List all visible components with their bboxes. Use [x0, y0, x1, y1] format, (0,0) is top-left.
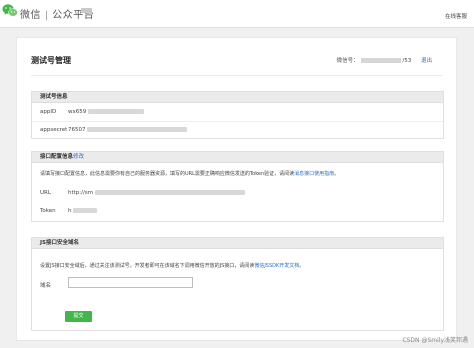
interface-config-section: 接口配置信息修改 请填写接口配置信息，此信息需要你有自己的服务器资源，填写的UR… [31, 151, 444, 222]
token-value-text: h [68, 208, 72, 214]
redacted-appsecret [87, 127, 188, 132]
beta-badge [81, 8, 92, 13]
token-label: Token [40, 208, 56, 214]
wechat-logo-icon[interactable] [2, 3, 18, 18]
section-heading: 接口配置信息修改 [32, 152, 443, 163]
appsecret-value: 76507 [68, 127, 188, 133]
csdn-watermark: CSDN @Smily浅笑邦遇 [402, 337, 468, 344]
url-value: http://sm [68, 190, 245, 196]
title-divider [31, 75, 442, 76]
domain-input[interactable] [68, 277, 193, 288]
section-heading-text: 接口配置信息 [40, 154, 74, 160]
appid-value: wx659 [68, 109, 145, 115]
logout-link[interactable]: 退出 [421, 58, 432, 64]
test-account-info-section: 测试号信息 appID wx659 appsecret 76507 [31, 91, 444, 139]
domain-label: 域名 [40, 283, 52, 289]
js-domain-description: 设置JS接口安全域后，通过关注该测试号，开发者即可在该域名下调用微信开放的JS接… [40, 262, 435, 269]
token-value: h [68, 208, 98, 214]
redacted-token [73, 208, 98, 213]
account-suffix: /53 [402, 58, 412, 64]
url-value-text: http://sm [68, 190, 94, 196]
edit-config-link[interactable]: 修改 [73, 154, 84, 160]
js-description-end: 。 [299, 263, 305, 269]
appsecret-label: appsecret [40, 127, 68, 133]
top-navigation-bar: 微信 | 公众平台 在线客服 [0, 0, 474, 28]
account-label: 微信号： [336, 58, 359, 64]
page-title: 测试号管理 [31, 56, 71, 65]
account-info: 微信号： /53 退出 [337, 56, 432, 64]
appid-value-text: wx659 [68, 109, 87, 115]
appid-label: appID [40, 109, 57, 115]
online-support-link[interactable]: 在线客服 [445, 12, 467, 20]
row-divider [32, 121, 443, 122]
interface-description-end: 。 [334, 171, 340, 177]
brand-separator: | [44, 10, 49, 21]
redacted-appid [88, 109, 145, 114]
section-heading: JS接口安全域名 [32, 238, 443, 249]
jssdk-docs-link[interactable]: 微信JSSDK开发文档 [254, 263, 299, 269]
submit-button[interactable]: 提交 [65, 311, 92, 322]
url-label: URL [40, 190, 51, 196]
interface-description-text: 请填写接口配置信息，此信息需要你有自己的服务器资源，填写的URL需要正确响应微信… [40, 171, 295, 177]
brand-name: 微信 [20, 10, 41, 21]
redacted-account-id [361, 58, 402, 63]
js-description-text: 设置JS接口安全域后，通过关注该测试号，开发者即可在该域名下调用微信开放的JS接… [40, 263, 255, 269]
interface-config-description: 请填写接口配置信息，此信息需要你有自己的服务器资源，填写的URL需要正确响应微信… [40, 170, 435, 177]
section-heading: 测试号信息 [32, 92, 443, 103]
main-panel: 测试号管理 微信号： /53 退出 测试号信息 appID wx659 apps… [16, 37, 457, 341]
appsecret-value-text: 76507 [68, 127, 86, 133]
redacted-url [94, 190, 245, 195]
message-interface-guide-link[interactable]: 消息接口使用指南 [294, 171, 334, 177]
js-safe-domain-section: JS接口安全域名 设置JS接口安全域后，通过关注该测试号，开发者即可在该域名下调… [31, 237, 444, 331]
